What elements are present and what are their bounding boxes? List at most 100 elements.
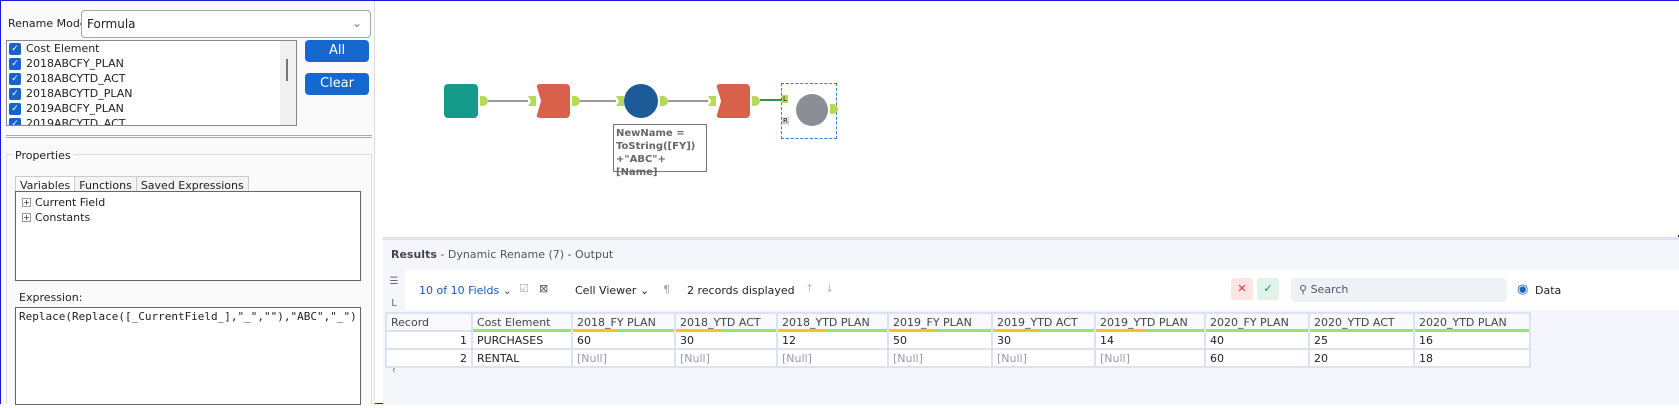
expression-label: Expression: <box>19 291 83 304</box>
column-header[interactable]: 2020_YTD ACT <box>1308 312 1415 332</box>
table-cell[interactable]: 2 <box>385 348 473 368</box>
cell-viewer-dropdown[interactable]: Cell Viewer ⌄ <box>575 284 649 297</box>
table-cell[interactable]: [Null] <box>674 348 778 368</box>
fields-dropdown[interactable]: 10 of 10 Fields ⌄ <box>419 284 512 297</box>
arrow-down-icon[interactable]: ↓ <box>825 282 834 295</box>
rename-mode-value: Formula <box>87 17 136 31</box>
field-item[interactable]: ✓ Cost Element <box>7 41 296 56</box>
column-header[interactable]: 2018_YTD ACT <box>674 312 778 332</box>
checkbox-checked-icon[interactable]: ✓ <box>9 87 21 100</box>
results-panel: Results - Dynamic Rename (7) - Output ☰ … <box>383 237 1679 405</box>
field-label: 2019ABCYTD_ACT <box>26 117 126 126</box>
anchor-l: L <box>782 95 788 103</box>
field-list[interactable]: ✓ Cost Element ✓ 2018ABCFY_PLAN ✓ 2018ABCYTD_… <box>6 40 297 126</box>
expand-icon[interactable]: + <box>22 198 31 207</box>
list-icon[interactable]: ☰ <box>386 276 402 292</box>
tree-label: Constants <box>35 211 91 224</box>
deselect-icon[interactable]: ⊠ <box>539 282 548 295</box>
transpose-tool-icon[interactable] <box>536 84 570 118</box>
close-icon[interactable]: ✕ <box>1231 278 1253 300</box>
table-cell[interactable]: 16 <box>1413 330 1531 350</box>
properties-label: Properties <box>13 149 73 162</box>
config-panel: Rename Mode: Formula ⌄ ✓ Cost Element ✓ 2018… <box>1 1 375 405</box>
expand-icon[interactable]: + <box>22 213 31 222</box>
checkbox-checked-icon[interactable]: ✓ <box>9 42 21 55</box>
crosstab-tool-icon[interactable] <box>716 84 750 118</box>
expression-editor[interactable]: Replace(Replace([_CurrentField_],"_","")… <box>15 307 361 405</box>
table-cell[interactable]: [Null] <box>1094 348 1206 368</box>
rename-mode-label: Rename Mode: <box>8 17 91 30</box>
column-header[interactable]: 2020_FY PLAN <box>1204 312 1310 332</box>
checkbox-checked-icon[interactable]: ✓ <box>9 72 21 85</box>
column-header[interactable]: Cost Element <box>471 312 573 332</box>
field-item[interactable]: ✓ 2018ABCYTD_PLAN <box>7 86 296 101</box>
field-item[interactable]: ✓ 2018ABCYTD_ACT <box>7 71 296 86</box>
table-cell[interactable]: [Null] <box>991 348 1096 368</box>
table-cell[interactable]: 1 <box>385 330 473 350</box>
field-label: 2019ABCFY_PLAN <box>26 102 124 115</box>
table-cell[interactable]: PURCHASES <box>471 330 573 350</box>
table-cell[interactable]: 30 <box>991 330 1096 350</box>
check-icon[interactable]: ✓ <box>1257 278 1279 300</box>
search-icon: ⚲ <box>1299 283 1308 296</box>
workflow-canvas[interactable]: L R NewName = ToString([FY]) +"ABC"+[Nam… <box>383 1 1679 235</box>
table-cell[interactable]: 30 <box>674 330 778 350</box>
column-header[interactable]: Record <box>385 312 473 332</box>
column-header[interactable]: 2018_FY PLAN <box>571 312 676 332</box>
table-row: 1 PURCHASES 60 30 12 50 30 14 40 25 16 <box>385 330 1531 350</box>
field-item[interactable]: ✓ 2019ABCFY_PLAN <box>7 101 296 116</box>
table-cell[interactable]: [Null] <box>887 348 993 368</box>
field-item[interactable]: ✓ 2019ABCYTD_ACT <box>7 116 296 126</box>
results-toolbar: 10 of 10 Fields ⌄ ☑ ⊠ Cell Viewer ⌄ ¶ 2 … <box>405 270 1679 310</box>
tree-label: Current Field <box>35 196 106 209</box>
clear-button[interactable]: Clear <box>305 73 369 95</box>
checkbox-checked-icon[interactable]: ✓ <box>9 102 21 115</box>
tree-node-current-field[interactable]: + Current Field <box>22 195 354 210</box>
table-cell[interactable]: 40 <box>1204 330 1310 350</box>
table-row: 2 RENTAL [Null] [Null] [Null] [Null] [Null] [Nu… <box>385 348 1531 368</box>
field-label: Cost Element <box>26 42 100 55</box>
table-cell[interactable]: RENTAL <box>471 348 573 368</box>
field-label: 2018ABCYTD_PLAN <box>26 87 133 100</box>
formula-tool-icon[interactable] <box>624 84 658 118</box>
field-label: 2018ABCFY_PLAN <box>26 57 124 70</box>
table-cell[interactable]: 20 <box>1308 348 1415 368</box>
checkbox-icon[interactable]: ☑ <box>519 282 529 295</box>
dynamic-rename-icon <box>796 94 828 126</box>
tree-node-constants[interactable]: + Constants <box>22 210 354 225</box>
chevron-down-icon: ⌄ <box>351 16 362 30</box>
data-radio[interactable]: ◉ <box>1517 282 1528 297</box>
dynamic-rename-tool-selected[interactable]: L R <box>781 83 838 139</box>
data-radio-label: Data <box>1535 284 1562 297</box>
results-title: Results - Dynamic Rename (7) - Output <box>391 248 614 261</box>
column-header[interactable]: 2019_FY PLAN <box>887 312 993 332</box>
table-cell[interactable]: 18 <box>1413 348 1531 368</box>
table-cell[interactable]: 50 <box>887 330 993 350</box>
variables-tree: + Current Field + Constants <box>15 191 361 281</box>
splitter[interactable] <box>6 135 372 138</box>
column-header[interactable]: 2020_YTD PLAN <box>1413 312 1531 332</box>
table-cell[interactable]: [Null] <box>571 348 676 368</box>
table-cell[interactable]: [Null] <box>776 348 889 368</box>
column-header[interactable]: 2018_YTD PLAN <box>776 312 889 332</box>
field-item[interactable]: ✓ 2018ABCFY_PLAN <box>7 56 296 71</box>
checkbox-checked-icon[interactable]: ✓ <box>9 117 21 125</box>
rename-mode-select[interactable]: Formula ⌄ <box>81 10 371 38</box>
table-cell[interactable]: 12 <box>776 330 889 350</box>
table-cell[interactable]: 60 <box>571 330 676 350</box>
field-label: 2018ABCYTD_ACT <box>26 72 126 85</box>
select-all-button[interactable]: All <box>305 40 369 62</box>
pilcrow-icon[interactable]: ¶ <box>663 283 670 296</box>
table-cell[interactable]: 25 <box>1308 330 1415 350</box>
records-count: 2 records displayed <box>687 284 795 297</box>
column-header[interactable]: 2019_YTD PLAN <box>1094 312 1206 332</box>
table-cell[interactable]: 14 <box>1094 330 1206 350</box>
scrollbar[interactable] <box>280 41 296 125</box>
table-cell[interactable]: 60 <box>1204 348 1310 368</box>
search-input[interactable]: ⚲ Search <box>1291 278 1507 302</box>
checkbox-checked-icon[interactable]: ✓ <box>9 57 21 70</box>
arrow-up-icon[interactable]: ↑ <box>805 282 814 295</box>
column-header[interactable]: 2019_YTD ACT <box>991 312 1096 332</box>
tool-annotation: NewName = ToString([FY]) +"ABC"+[Name] <box>613 124 707 178</box>
browse-book-tool-icon[interactable] <box>444 84 478 118</box>
